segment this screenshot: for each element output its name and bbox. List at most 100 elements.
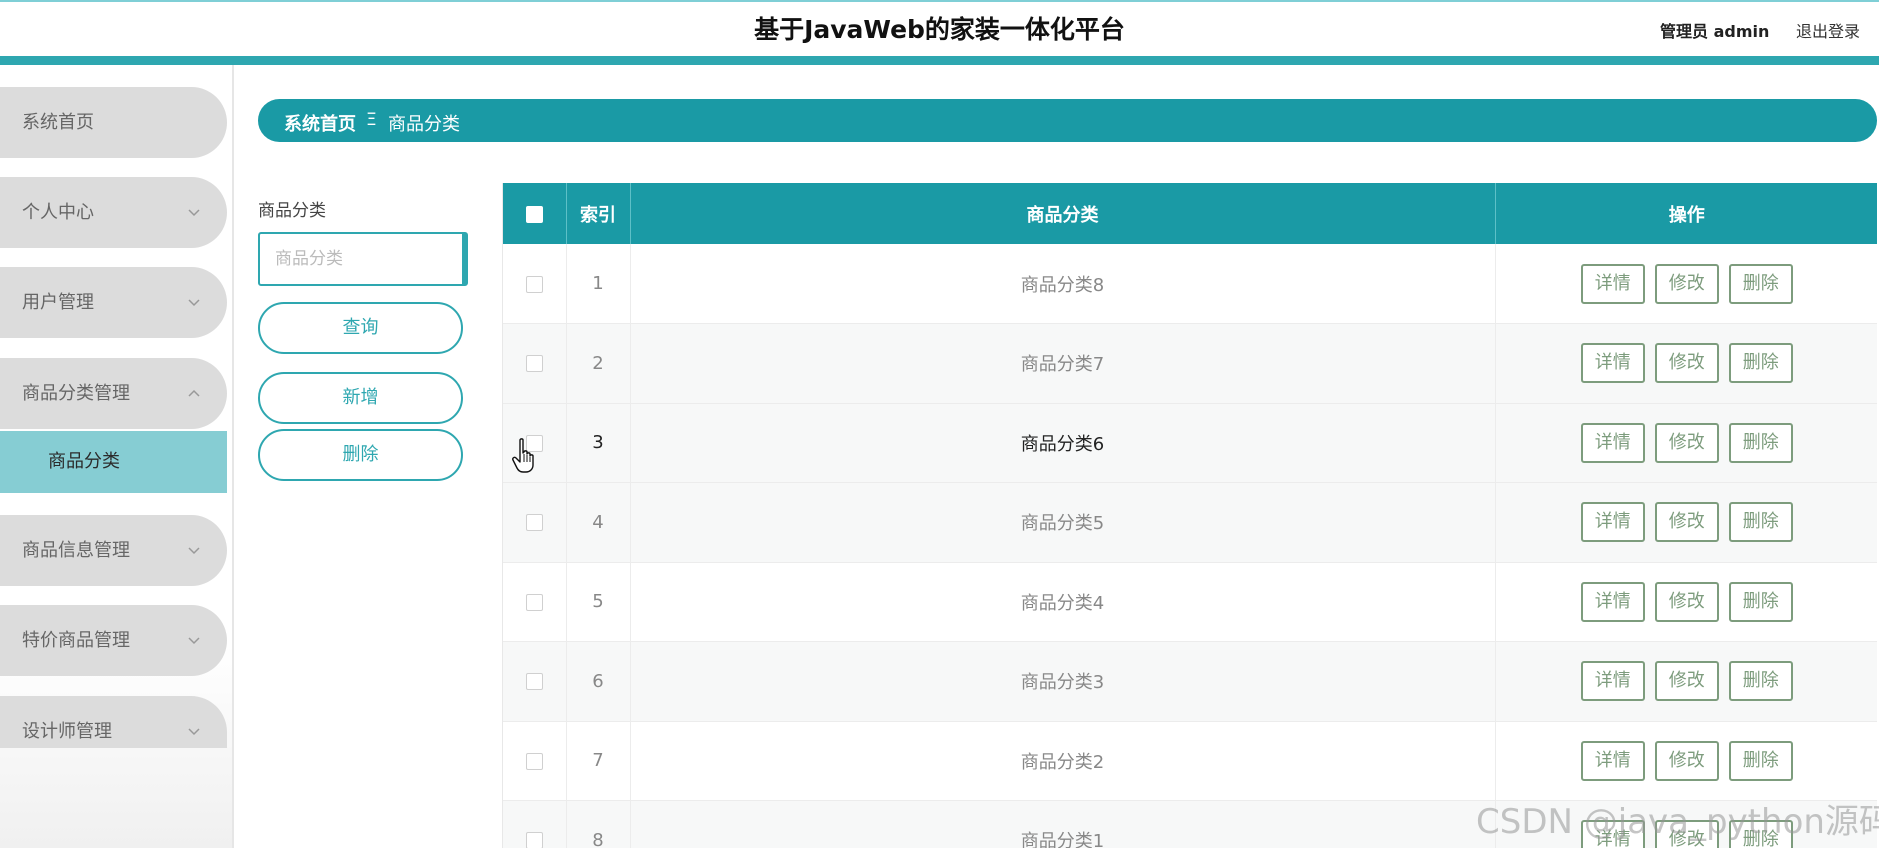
chevron-up-icon (188, 389, 200, 397)
row-checkbox[interactable] (525, 752, 543, 770)
row-actions: 详情 修改 删除 (1495, 403, 1877, 483)
sidebar-item-special-product-management[interactable]: 特价商品管理 (0, 605, 227, 676)
sidebar-item-user-management[interactable]: 用户管理 (0, 267, 227, 338)
column-header-index: 索引 (566, 183, 631, 244)
delete-button[interactable]: 删除 (1728, 661, 1793, 702)
sidebar-item-label: 用户管理 (22, 292, 94, 313)
row-select-cell (503, 721, 567, 801)
sidebar-item-home[interactable]: 系统首页 (0, 87, 227, 158)
column-header-actions: 操作 (1668, 204, 1705, 226)
select-all-header (503, 183, 567, 244)
row-select-cell (503, 244, 567, 324)
table-row: 6 商品分类3 详情 修改 删除 (503, 641, 1877, 722)
row-actions: 详情 修改 删除 (1495, 323, 1877, 404)
edit-button[interactable]: 修改 (1654, 740, 1719, 781)
row-checkbox[interactable] (525, 593, 543, 611)
detail-button[interactable]: 详情 (1580, 740, 1645, 781)
row-select-cell (503, 641, 567, 722)
breadcrumb: 系统首页 Ξ 商品分类 (258, 99, 1877, 142)
sidebar-item-label: 系统首页 (22, 112, 94, 133)
row-select-cell (503, 323, 567, 404)
row-index: 2 (566, 323, 631, 404)
row-category: 商品分类3 (630, 641, 1496, 722)
delete-button[interactable]: 删除 (1728, 343, 1793, 384)
sidebar-item-label: 商品信息管理 (22, 540, 130, 561)
detail-button[interactable]: 详情 (1580, 661, 1645, 702)
add-button[interactable]: 新增 (258, 372, 463, 424)
logout-link[interactable]: 退出登录 (1796, 18, 1860, 42)
chevron-down-icon (188, 728, 200, 736)
delete-button[interactable]: 删除 (1728, 581, 1793, 622)
row-checkbox[interactable] (525, 355, 543, 373)
table-header-row: 索引 商品分类 操作 (503, 183, 1877, 244)
row-checkbox[interactable] (525, 832, 543, 848)
sidebar-item-personal-center[interactable]: 个人中心 (0, 177, 227, 248)
row-checkbox[interactable] (525, 275, 543, 293)
row-select-cell (503, 482, 567, 563)
delete-button[interactable]: 删除 (1728, 263, 1793, 304)
row-actions: 详情 修改 删除 (1495, 641, 1877, 722)
chevron-down-icon (188, 299, 200, 307)
watermark: CSDN @java_python源码 (1476, 802, 1879, 842)
detail-button[interactable]: 详情 (1580, 502, 1645, 543)
edit-button[interactable]: 修改 (1654, 502, 1719, 543)
table-row: 2 商品分类7 详情 修改 删除 (503, 323, 1877, 404)
row-checkbox[interactable] (525, 673, 543, 691)
detail-button[interactable]: 详情 (1580, 581, 1645, 622)
row-index: 1 (566, 244, 631, 324)
edit-button[interactable]: 修改 (1654, 581, 1719, 622)
query-button[interactable]: 查询 (258, 302, 463, 354)
sidebar-item-designer-management[interactable]: 设计师管理 (0, 696, 227, 748)
table-row: 1 商品分类8 详情 修改 删除 (503, 244, 1877, 324)
edit-button[interactable]: 修改 (1654, 422, 1719, 463)
row-index: 8 (566, 800, 631, 848)
edit-button[interactable]: 修改 (1654, 661, 1719, 702)
category-search-input[interactable] (258, 232, 468, 286)
row-actions: 详情 修改 删除 (1495, 721, 1877, 801)
delete-button[interactable]: 删除 (1728, 422, 1793, 463)
header: 基于JavaWeb的家装一体化平台 管理员 admin 退出登录 (0, 2, 1879, 56)
row-category: 商品分类4 (630, 562, 1496, 642)
row-checkbox[interactable] (525, 514, 543, 532)
row-category: 商品分类5 (630, 482, 1496, 563)
row-select-cell (503, 800, 567, 848)
edit-button[interactable]: 修改 (1654, 263, 1719, 304)
detail-button[interactable]: 详情 (1580, 263, 1645, 304)
select-all-checkbox[interactable] (525, 205, 543, 223)
admin-label: 管理员 admin (1660, 22, 1770, 41)
chevron-down-icon (188, 547, 200, 555)
edit-button[interactable]: 修改 (1654, 343, 1719, 384)
table-row: 3 商品分类6 详情 修改 删除 (503, 403, 1877, 483)
header-accent-bar (0, 56, 1879, 65)
delete-button[interactable]: 删除 (1728, 740, 1793, 781)
detail-button[interactable]: 详情 (1580, 422, 1645, 463)
row-index: 4 (566, 482, 631, 563)
row-actions: 详情 修改 删除 (1495, 562, 1877, 642)
batch-delete-button[interactable]: 删除 (258, 429, 463, 481)
sidebar-item-label: 个人中心 (22, 202, 94, 223)
row-category: 商品分类1 (630, 800, 1496, 848)
row-select-cell (503, 562, 567, 642)
search-label: 商品分类 (258, 201, 326, 221)
row-actions: 详情 修改 删除 (1495, 482, 1877, 563)
chevron-down-icon (188, 209, 200, 217)
sidebar-item-product-info-management[interactable]: 商品信息管理 (0, 515, 227, 586)
breadcrumb-home[interactable]: 系统首页 (284, 110, 356, 136)
table-row: 4 商品分类5 详情 修改 删除 (503, 482, 1877, 563)
breadcrumb-separator-icon: Ξ (366, 110, 377, 130)
site-title: 基于JavaWeb的家装一体化平台 (754, 15, 1125, 44)
table-row: 5 商品分类4 详情 修改 删除 (503, 562, 1877, 642)
sidebar-subitem-label: 商品分类 (48, 451, 120, 472)
row-category: 商品分类8 (630, 244, 1496, 324)
sidebar-item-label: 特价商品管理 (22, 630, 130, 651)
detail-button[interactable]: 详情 (1580, 343, 1645, 384)
delete-button[interactable]: 删除 (1728, 502, 1793, 543)
row-index: 3 (566, 403, 631, 483)
sidebar-item-category-management[interactable]: 商品分类管理 (0, 358, 227, 429)
sidebar-item-label: 设计师管理 (22, 721, 112, 742)
sidebar: 系统首页 个人中心 用户管理 商品分类管理 商品分类 商品信息管理 特价商品管理… (0, 65, 234, 848)
row-category: 商品分类6 (630, 403, 1496, 483)
sidebar-subitem-category[interactable]: 商品分类 (0, 431, 227, 493)
table-row: 7 商品分类2 详情 修改 删除 (503, 721, 1877, 801)
hand-pointer-icon (512, 438, 534, 473)
